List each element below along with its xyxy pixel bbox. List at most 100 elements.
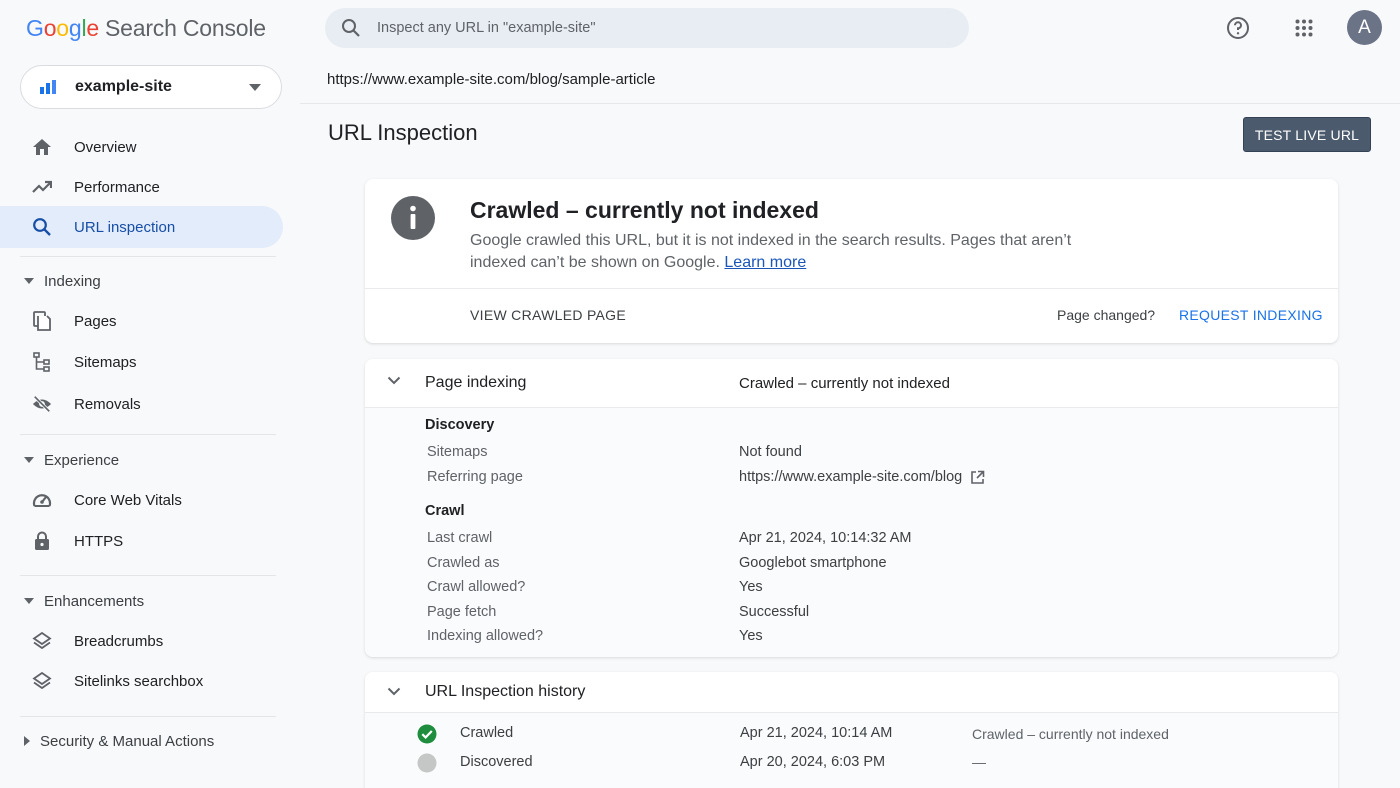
sidebar-section-security-manual-actions[interactable]: Security & Manual Actions (0, 724, 283, 758)
learn-more-link[interactable]: Learn more (724, 254, 806, 271)
divider (365, 407, 1338, 408)
lock-icon (32, 531, 52, 551)
sidebar-item-label: URL inspection (74, 218, 176, 236)
detail-value: Yes (739, 579, 763, 595)
expand-arrow-icon (24, 457, 34, 463)
sidebar: Google Search Console example-site Overv… (0, 0, 300, 788)
info-icon (391, 196, 435, 240)
expand-arrow-icon (24, 598, 34, 604)
history-event: Discovered (460, 754, 533, 770)
sidebar-section-label: Security & Manual Actions (40, 732, 215, 750)
page-fetch-value: Successful (739, 604, 810, 620)
sidebar-item-label: Overview (74, 138, 137, 156)
divider (20, 256, 276, 257)
page-indexing-header[interactable]: Page indexing Crawled – currently not in… (365, 359, 1338, 407)
url-inspect-search-input[interactable]: Inspect any URL in "example-site" (325, 8, 969, 48)
grey-dot-icon (417, 753, 437, 773)
collapsed-arrow-icon (24, 736, 30, 746)
page-indexing-status: Crawled – currently not indexed (739, 374, 950, 392)
detail-value: Apr 21, 2024, 10:14:32 AM (739, 530, 912, 546)
sidebar-item-label: Sitelinks searchbox (74, 672, 204, 690)
avatar-letter: A (1358, 16, 1371, 38)
trending-up-icon (32, 177, 52, 197)
sidebar-item-removals[interactable]: Removals (0, 383, 283, 425)
detail-label: Crawled as (427, 555, 500, 571)
history-list: Crawled Apr 21, 2024, 10:14 AM Crawled –… (365, 712, 1338, 788)
test-live-url-button[interactable]: TEST LIVE URL (1243, 117, 1371, 152)
detail-value: Googlebot smartphone (739, 555, 887, 571)
google-search-console-logo[interactable]: Google Search Console (26, 12, 266, 44)
sidebar-item-label: Breadcrumbs (74, 632, 164, 650)
logo-letter: o (43, 14, 57, 41)
sidebar-item-sitemaps[interactable]: Sitemaps (0, 341, 283, 383)
page-changed-label: Page changed? (1057, 307, 1156, 323)
sidebar-item-label: HTTPS (74, 532, 124, 550)
page-indexing-details: Discovery Sitemaps Not found Referring p… (365, 407, 1338, 657)
visibility-off-icon (32, 394, 52, 414)
sidebar-item-core-web-vitals[interactable]: Core Web Vitals (0, 479, 283, 521)
detail-label: Last crawl (427, 530, 493, 546)
sidebar-item-label: Sitemaps (74, 353, 137, 371)
logo-product-name: Search Console (105, 14, 266, 41)
divider (20, 716, 276, 717)
history-status: — (972, 754, 986, 770)
history-date: Apr 20, 2024, 6:03 PM (740, 754, 886, 770)
sidebar-section-label: Enhancements (44, 592, 145, 610)
divider (20, 575, 276, 576)
chevron-down-icon (387, 687, 401, 696)
index-status-card: Crawled – currently not indexed Google c… (365, 179, 1338, 343)
divider (365, 712, 1338, 713)
crawl-heading: Crawl (425, 503, 465, 519)
detail-value: Not found (739, 444, 802, 460)
sidebar-item-label: Pages (74, 312, 117, 330)
pages-icon (32, 311, 52, 331)
history-title: URL Inspection history (425, 683, 586, 700)
history-event: Crawled (460, 725, 514, 741)
detail-label: Sitemaps (427, 444, 488, 460)
search-icon (341, 18, 361, 38)
dropdown-arrow-icon (249, 83, 261, 91)
sidebar-item-performance[interactable]: Performance (0, 166, 283, 208)
index-status-title: Crawled – currently not indexed (470, 197, 819, 223)
sidebar-item-pages[interactable]: Pages (0, 300, 283, 342)
sidebar-item-url-inspection[interactable]: URL inspection (0, 206, 283, 248)
detail-label: Crawl allowed? (427, 579, 526, 595)
button-label: TEST LIVE URL (1254, 126, 1360, 143)
view-crawled-page-button[interactable]: VIEW CRAWLED PAGE (470, 307, 626, 323)
avatar[interactable]: A (1347, 10, 1382, 45)
referring-page-url[interactable]: https://www.example-site.com/blog (739, 469, 962, 485)
history-date: Apr 21, 2024, 10:14 AM (740, 725, 893, 741)
open-in-new-icon[interactable] (970, 470, 985, 485)
page-title: URL Inspection (328, 120, 478, 145)
speed-gauge-icon (32, 490, 52, 510)
bar-chart-icon (39, 79, 57, 95)
sidebar-item-sitelinks-searchbox[interactable]: Sitelinks searchbox (0, 660, 283, 702)
history-header[interactable]: URL Inspection history (365, 672, 1338, 712)
indexing-allowed-value: Yes (739, 628, 763, 644)
detail-label: Referring page (427, 469, 523, 485)
apps-grid-icon[interactable] (1286, 10, 1322, 46)
index-status-description: Google crawled this URL, but it is not i… (470, 230, 1110, 274)
sidebar-item-label: Performance (74, 178, 160, 196)
property-selector[interactable]: example-site (20, 65, 282, 109)
detail-label: Indexing allowed? (427, 628, 544, 644)
help-icon[interactable] (1220, 10, 1256, 46)
check-circle-icon (417, 724, 437, 744)
page-indexing-card: Page indexing Crawled – currently not in… (365, 359, 1338, 657)
chevron-down-icon (387, 376, 401, 385)
sidebar-item-breadcrumbs[interactable]: Breadcrumbs (0, 620, 283, 662)
layers-icon (32, 631, 52, 651)
sidebar-section-enhancements[interactable]: Enhancements (0, 584, 283, 618)
search-icon (32, 217, 52, 237)
sidebar-section-experience[interactable]: Experience (0, 443, 283, 477)
expand-arrow-icon (24, 278, 34, 284)
sidebar-item-https[interactable]: HTTPS (0, 520, 283, 562)
detail-value: Yes (739, 628, 763, 644)
sidebar-section-indexing[interactable]: Indexing (0, 264, 283, 298)
sidebar-section-label: Indexing (44, 272, 101, 290)
logo-letter: e (86, 14, 99, 41)
detail-value: Successful (739, 604, 809, 620)
divider (365, 288, 1338, 289)
sidebar-item-overview[interactable]: Overview (0, 126, 283, 168)
request-indexing-button[interactable]: REQUEST INDEXING (1179, 307, 1323, 323)
